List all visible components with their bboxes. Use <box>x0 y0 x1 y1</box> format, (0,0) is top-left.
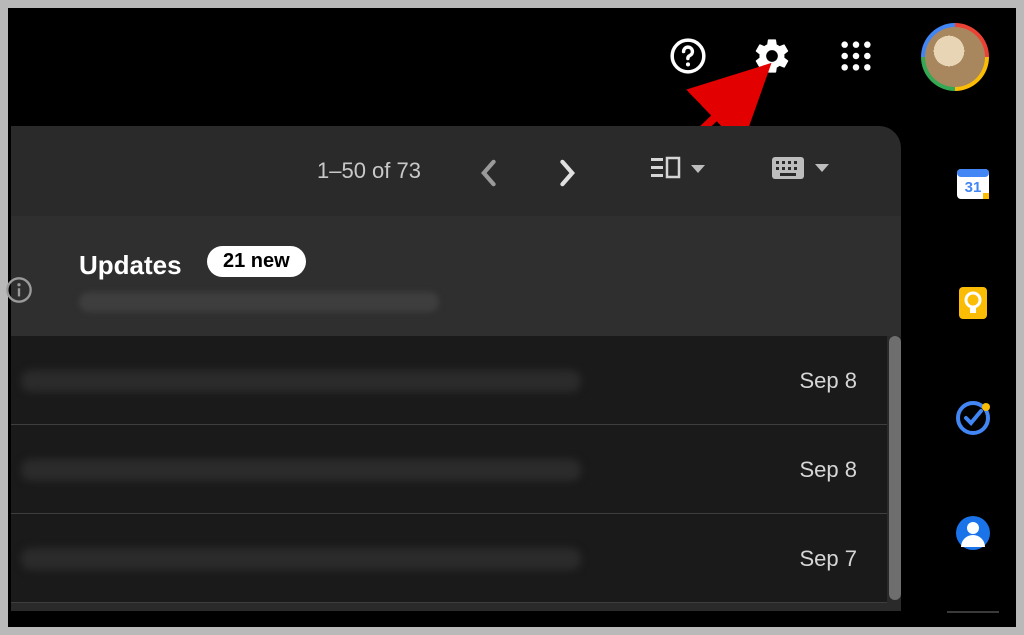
keep-icon <box>953 283 993 323</box>
redacted-sender <box>79 292 439 312</box>
account-avatar[interactable] <box>921 23 989 91</box>
message-date: Sep 8 <box>800 368 858 394</box>
message-row[interactable]: Sep 8 <box>11 425 887 514</box>
message-row[interactable]: Sep 8 <box>11 336 887 425</box>
mail-panel: 1–50 of 73 <box>11 126 901 611</box>
side-divider <box>947 611 999 613</box>
updates-tab-label[interactable]: Updates <box>79 250 182 281</box>
chevron-down-icon <box>691 165 705 173</box>
contacts-icon <box>953 513 993 553</box>
help-icon <box>669 37 707 75</box>
scrollbar-thumb[interactable] <box>889 336 901 600</box>
message-list: Sep 8 Sep 8 Sep 7 <box>11 336 887 603</box>
top-bar <box>11 11 1013 101</box>
redacted-subject <box>21 548 581 570</box>
app-frame: 31 1–50 o <box>8 8 1016 627</box>
message-date: Sep 7 <box>800 546 858 572</box>
svg-text:31: 31 <box>965 179 982 196</box>
chevron-down-icon <box>815 164 829 172</box>
info-icon[interactable] <box>5 276 33 304</box>
gear-icon <box>752 36 792 76</box>
apps-button[interactable] <box>833 33 879 79</box>
help-button[interactable] <box>665 33 711 79</box>
redacted-subject <box>21 459 581 481</box>
contacts-app[interactable] <box>951 511 995 555</box>
input-tool-button[interactable] <box>771 156 829 180</box>
apps-grid-icon <box>839 39 873 73</box>
split-pane-icon <box>651 156 681 182</box>
pagination-text: 1–50 of 73 <box>317 158 421 184</box>
message-date: Sep 8 <box>800 457 858 483</box>
keep-app[interactable] <box>951 281 995 325</box>
list-toolbar: 1–50 of 73 <box>11 126 901 216</box>
next-page-button[interactable] <box>551 156 585 190</box>
avatar-image <box>925 27 985 87</box>
side-panel: 31 <box>933 111 1013 624</box>
calendar-app[interactable]: 31 <box>951 161 995 205</box>
chevron-right-icon <box>559 159 577 187</box>
tasks-app[interactable] <box>951 396 995 440</box>
redacted-subject <box>21 370 581 392</box>
message-row[interactable]: Sep 7 <box>11 514 887 603</box>
keyboard-icon <box>771 156 805 180</box>
calendar-icon: 31 <box>953 163 993 203</box>
split-pane-button[interactable] <box>651 156 705 182</box>
chevron-left-icon <box>479 159 497 187</box>
prev-page-button[interactable] <box>471 156 505 190</box>
tasks-icon <box>953 398 993 438</box>
settings-button[interactable] <box>749 33 795 79</box>
updates-new-badge: 21 new <box>207 246 306 277</box>
